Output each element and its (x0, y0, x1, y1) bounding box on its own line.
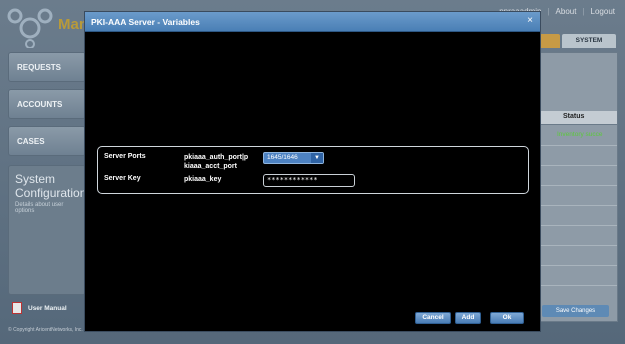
system-configuration-title-line2: Configuration (15, 186, 87, 200)
sidebar-item-accounts[interactable]: ACCOUNTS (8, 89, 86, 119)
save-changes-button[interactable]: Save Changes (542, 305, 609, 317)
system-configuration-panel: System Configuration Details about user … (8, 165, 86, 295)
status-value: Inventory succe (557, 131, 603, 138)
results-panel: Status Inventory succe (540, 52, 618, 322)
tab-system[interactable]: SYSTEM (562, 34, 616, 48)
system-configuration-desc: Details about user options (15, 202, 64, 214)
table-row-divider (541, 285, 617, 286)
table-row-divider (541, 265, 617, 266)
server-key-password-input[interactable]: ************ (263, 174, 355, 187)
table-row-divider (541, 205, 617, 206)
cancel-button[interactable]: Cancel (415, 312, 451, 324)
sidebar-item-cases[interactable]: CASES (8, 126, 86, 156)
table-row-divider (541, 145, 617, 146)
sidebar-item-requests[interactable]: REQUESTS (8, 52, 86, 82)
table-row-divider (541, 185, 617, 186)
variables-fieldset: Server Ports pkiaaa_auth_port|p kiaaa_ac… (97, 146, 529, 194)
add-button[interactable]: Add (455, 312, 481, 324)
server-ports-variable-line1: pkiaaa_auth_port|p (184, 154, 249, 161)
status-header-label: Status (563, 113, 585, 120)
app-logo-icon (7, 8, 53, 48)
table-row-divider (541, 245, 617, 246)
link-separator: | (582, 7, 585, 16)
server-ports-variable-line2: kiaaa_acct_port (184, 163, 237, 170)
variables-dialog: PKI-AAA Server - Variables × Server Port… (84, 11, 541, 332)
tab-active[interactable] (538, 34, 560, 48)
dialog-titlebar[interactable]: PKI-AAA Server - Variables × (85, 12, 540, 32)
server-key-variable: pkiaaa_key (184, 176, 222, 183)
sidebar: REQUESTS ACCOUNTS CASES (8, 52, 86, 163)
ok-button[interactable]: Ok (490, 312, 524, 324)
server-ports-value: 1645/1646 (267, 154, 298, 161)
user-manual-label: User Manual (28, 304, 67, 312)
server-ports-dropdown[interactable]: 1645/1646 ▼ (263, 152, 324, 164)
table-row-divider (541, 225, 617, 226)
chevron-down-icon[interactable]: ▼ (311, 153, 323, 163)
dialog-title: PKI-AAA Server - Variables (91, 17, 200, 27)
link-separator: | (547, 7, 550, 16)
server-key-label: Server Key (104, 175, 141, 182)
user-manual-link[interactable]: User Manual (12, 302, 67, 314)
table-row-divider (541, 165, 617, 166)
close-icon[interactable]: × (525, 16, 535, 26)
about-link[interactable]: About (556, 7, 577, 16)
pdf-icon (12, 302, 22, 314)
status-column-header: Status (541, 111, 617, 125)
system-configuration-title-line1: System (15, 172, 56, 186)
logout-link[interactable]: Logout (591, 7, 615, 16)
server-ports-label: Server Ports (104, 153, 146, 160)
